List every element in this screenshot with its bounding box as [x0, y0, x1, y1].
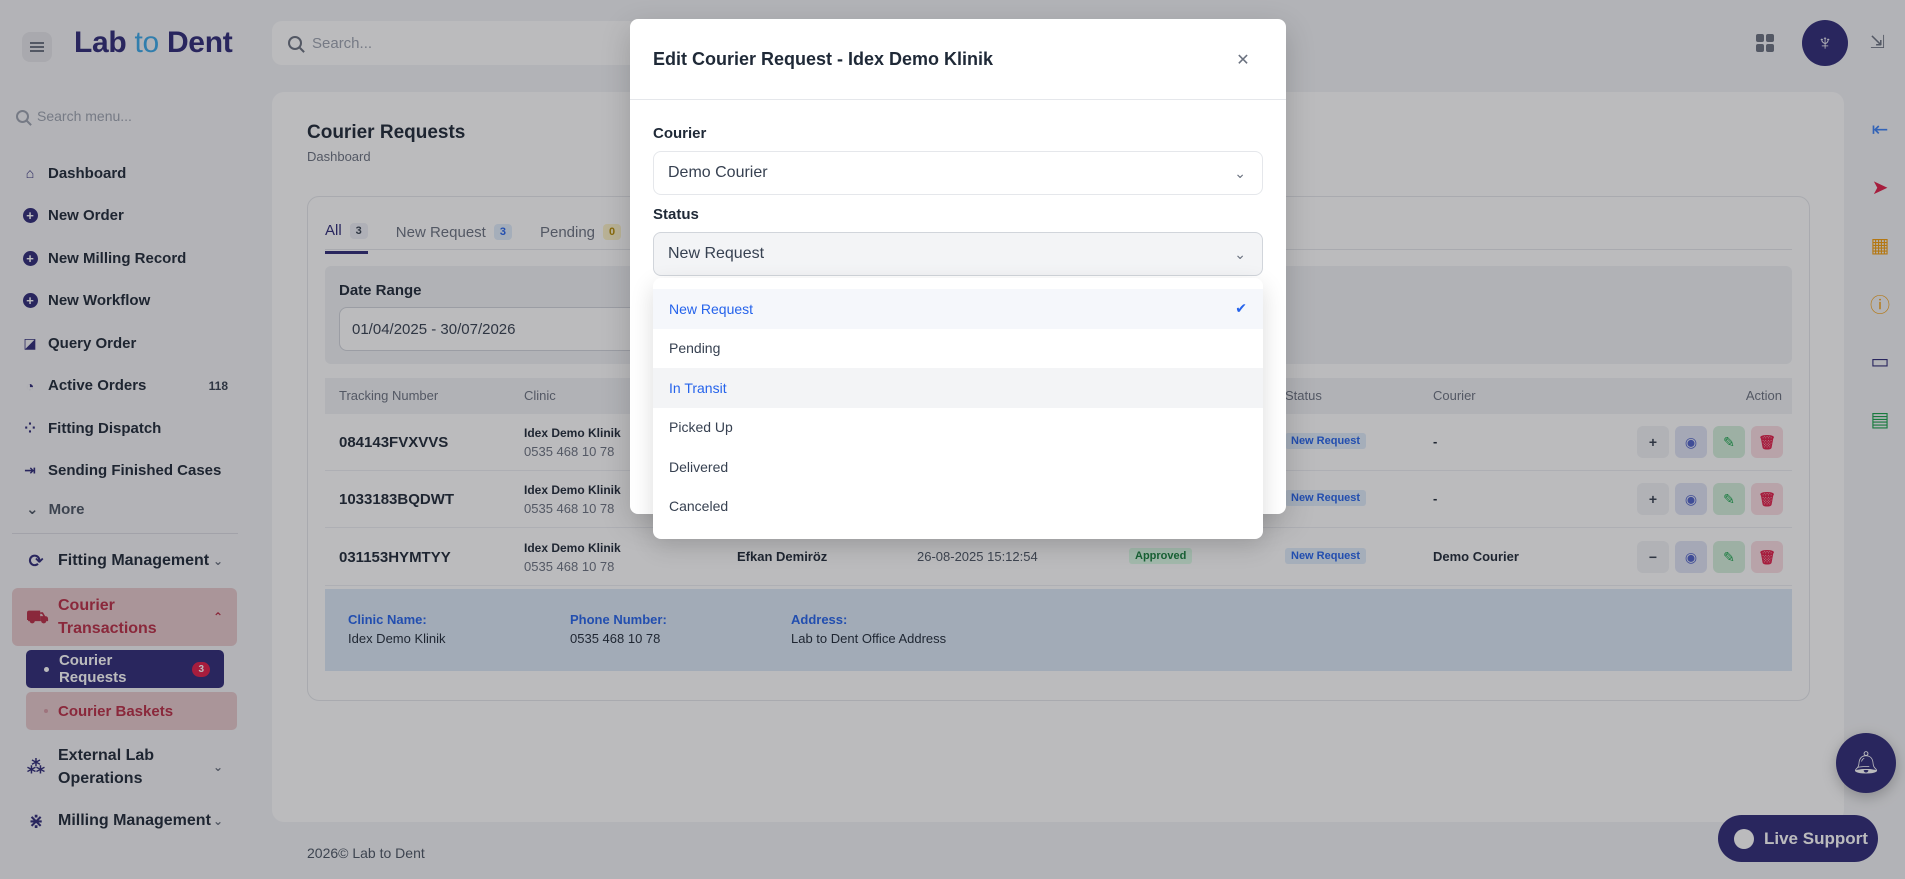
- status-label: Status: [653, 206, 699, 223]
- option-picked-up[interactable]: Picked Up: [653, 408, 1263, 448]
- close-button[interactable]: ✕: [1232, 49, 1254, 71]
- modal-title: Edit Courier Request - Idex Demo Klinik: [653, 49, 994, 69]
- option-canceled[interactable]: Canceled: [653, 487, 1263, 527]
- status-dropdown: New Request ✔ Pending In Transit Picked …: [653, 278, 1263, 539]
- option-delivered[interactable]: Delivered: [653, 447, 1263, 487]
- option-new-request[interactable]: New Request ✔: [653, 289, 1263, 329]
- check-icon: ✔: [1235, 300, 1247, 317]
- chevron-down-icon: ⌄: [1234, 246, 1246, 262]
- courier-label: Courier: [653, 125, 707, 142]
- courier-select[interactable]: Demo Courier ⌄: [653, 151, 1263, 195]
- status-select[interactable]: New Request ⌄: [653, 232, 1263, 276]
- option-pending[interactable]: Pending: [653, 329, 1263, 369]
- modal-divider: [630, 99, 1286, 100]
- chevron-down-icon: ⌄: [1234, 165, 1246, 181]
- option-in-transit[interactable]: In Transit: [653, 368, 1263, 408]
- close-icon: ✕: [1236, 52, 1250, 69]
